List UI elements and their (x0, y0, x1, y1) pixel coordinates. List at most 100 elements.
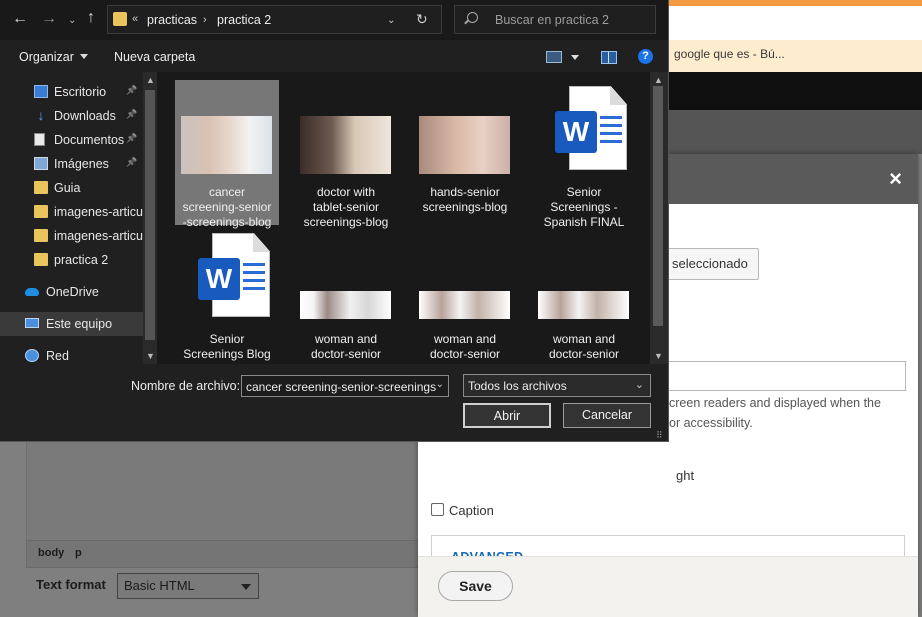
nav-item-label: Este equipo (46, 317, 113, 331)
file-name-line: doctor-senior (429, 347, 501, 361)
folder-icon (34, 181, 48, 194)
search-box[interactable]: Buscar en practica 2 (454, 5, 656, 34)
nav-item[interactable]: practica 2 (0, 248, 143, 272)
file-item[interactable]: cancer screening-senior -screenings-blog (175, 80, 279, 229)
help-icon[interactable]: ? (638, 49, 653, 64)
forward-arrow-icon[interactable]: → (41, 11, 57, 27)
breadcrumb-item[interactable]: practica 2 (217, 13, 271, 27)
cancel-button[interactable]: Cancelar (563, 403, 651, 428)
file-item[interactable]: woman anddoctor-seniorscreenings-blog- (294, 227, 398, 376)
file-type-select[interactable]: Todos los archivos ⌄ (463, 374, 651, 397)
file-name-line: woman and (552, 332, 616, 346)
refresh-icon[interactable]: ↻ (416, 11, 428, 28)
file-name-line: doctor-senior (548, 347, 620, 361)
nav-item-label: Escritorio (54, 85, 107, 99)
nav-item[interactable]: Imágenes 📌 (0, 152, 143, 176)
word-document-icon: W (555, 86, 628, 171)
path-item[interactable]: p (75, 547, 82, 559)
pin-icon: 📌 (126, 133, 138, 143)
alt-text-input[interactable] (658, 361, 906, 391)
caption-label: Caption (449, 503, 494, 518)
nav-item[interactable]: OneDrive (0, 280, 143, 304)
file-item[interactable]: hands-senior screenings-blog (413, 80, 517, 225)
navigation-pane: Escritorio 📌 ↓ Downloads 📌 Documentos 📌 Imágene… (0, 72, 157, 364)
scroll-thumb[interactable] (653, 86, 663, 326)
nav-item-label: imagenes-articu (54, 205, 143, 219)
filename-input[interactable]: cancer screening-senior-screenings ⌄ (241, 375, 449, 397)
nav-item[interactable]: Documentos 📌 (0, 128, 143, 152)
text-format-value: Basic HTML (124, 578, 195, 593)
path-item[interactable]: body (38, 547, 64, 559)
text-format-select[interactable]: Basic HTML (117, 573, 259, 599)
breadcrumb-separator-icon[interactable]: › (203, 14, 207, 26)
caption-option[interactable]: Caption (431, 503, 494, 518)
file-name-line: cancer (208, 185, 246, 199)
onedrive-cloud-icon (25, 288, 39, 296)
scroll-up-icon[interactable]: ▲ (654, 75, 663, 85)
file-item[interactable]: W Senior Screenings Blog (175, 227, 279, 372)
image-thumbnail (419, 291, 510, 319)
navigation-scrollbar[interactable]: ▲ ▼ (143, 72, 157, 364)
filename-label: Nombre de archivo: (131, 379, 241, 393)
address-bar[interactable]: « practicas › practica 2 ⌄ ↻ (107, 5, 442, 34)
scroll-up-icon[interactable]: ▲ (146, 75, 155, 85)
word-logo-badge: W (555, 111, 597, 153)
view-options-chevron-icon[interactable] (571, 55, 579, 60)
file-name: cancer screening-senior -screenings-blog (175, 185, 279, 230)
download-icon: ↓ (37, 107, 45, 123)
recent-locations-chevron-icon[interactable]: ⌄ (68, 13, 76, 29)
scroll-down-icon[interactable]: ▼ (654, 351, 663, 361)
nav-item[interactable]: Este equipo (0, 312, 143, 336)
file-select-label: seleccionado (672, 256, 748, 271)
image-thumbnail (300, 291, 391, 319)
file-name-line: Senior (566, 185, 602, 199)
pin-icon: 📌 (126, 85, 138, 95)
editor-element-path: body p (26, 540, 428, 568)
address-dropdown-icon[interactable]: ⌄ (387, 15, 395, 26)
breadcrumb-item[interactable]: practicas (147, 13, 197, 27)
change-view-icon[interactable] (546, 51, 562, 63)
new-folder-button[interactable]: Nueva carpeta (114, 50, 195, 64)
file-list-scrollbar[interactable]: ▲ ▼ (650, 72, 668, 364)
file-name: doctor with tablet-senior screenings-blog (294, 185, 398, 230)
word-document-icon: W (198, 233, 271, 318)
folder-icon (34, 229, 48, 242)
file-list: cancer screening-senior -screenings-blog do… (157, 72, 650, 376)
open-button[interactable]: Abrir (463, 403, 551, 428)
pin-icon: 📌 (126, 157, 138, 167)
search-icon (467, 12, 478, 23)
file-item[interactable]: woman anddoctor-seniorscreenings-blog- (532, 227, 636, 376)
breadcrumb-overflow-icon[interactable]: « (132, 13, 138, 25)
file-name-line: Screenings - (550, 200, 618, 214)
save-button[interactable]: Save (438, 571, 513, 601)
image-thumbnail (538, 291, 629, 319)
dialog-toolbar: Organizar Nueva carpeta ? (0, 40, 668, 73)
nav-item[interactable]: ↓ Downloads 📌 (0, 104, 143, 128)
file-name-line: doctor with (316, 185, 376, 199)
back-arrow-icon[interactable]: ← (12, 11, 28, 27)
nav-item[interactable]: imagenes-articu (0, 200, 143, 224)
nav-item[interactable]: imagenes-articu (0, 224, 143, 248)
filename-history-chevron-icon[interactable]: ⌄ (436, 379, 444, 390)
editor-content-area[interactable] (26, 440, 428, 542)
file-select-button[interactable]: seleccionado (662, 248, 759, 280)
description-line: creen readers and displayed when the (669, 396, 881, 410)
organize-menu-button[interactable]: Organizar (19, 50, 88, 64)
preview-pane-icon[interactable] (601, 51, 617, 64)
file-name-line: hands-senior (430, 185, 500, 199)
nav-item[interactable]: Escritorio 📌 (0, 80, 143, 104)
scroll-down-icon[interactable]: ▼ (146, 351, 155, 361)
scroll-thumb[interactable] (145, 90, 155, 340)
bookmark-item[interactable]: google que es - Bú... (674, 47, 785, 61)
file-item[interactable]: W Senior Screenings - Spanish FINAL (532, 80, 636, 229)
resize-grip-icon[interactable]: ⠿ (656, 430, 663, 441)
close-icon[interactable]: × (889, 168, 902, 190)
file-item[interactable]: doctor with tablet-senior screenings-blog (294, 80, 398, 229)
file-name: Senior Screenings Blog (175, 332, 279, 362)
folder-icon (34, 205, 48, 218)
up-arrow-icon[interactable]: ↑ (87, 10, 95, 26)
file-item[interactable]: woman anddoctor-seniorscreenings-blog- (413, 227, 517, 376)
nav-item[interactable]: Guia (0, 176, 143, 200)
caption-checkbox[interactable] (431, 503, 444, 516)
chevron-down-icon: ⌄ (634, 379, 644, 391)
